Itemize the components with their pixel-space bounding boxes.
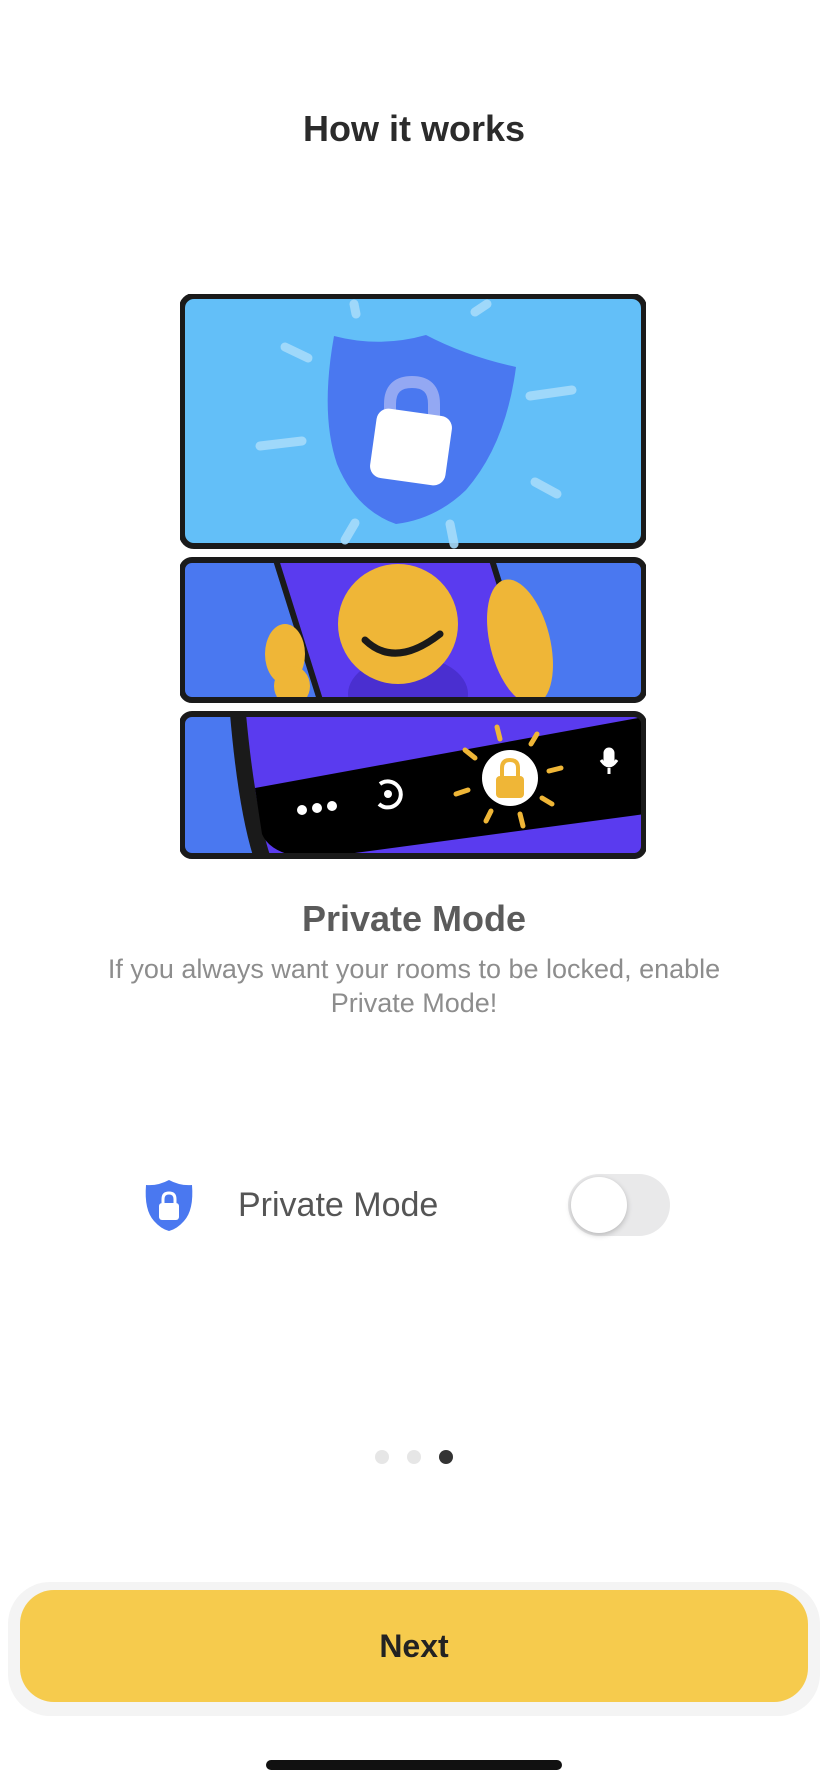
page-title: How it works <box>302 108 526 149</box>
feature-title: Private Mode <box>301 898 527 939</box>
page-dot-1[interactable] <box>375 1450 389 1464</box>
page-dot-3[interactable] <box>439 1450 453 1464</box>
private-mode-row: Private Mode <box>140 1170 670 1240</box>
private-mode-toggle[interactable] <box>568 1174 670 1236</box>
next-button[interactable]: Next <box>20 1590 808 1702</box>
lock-icon <box>370 408 452 486</box>
shield-lock-icon <box>145 1180 193 1231</box>
toggle-knob <box>571 1177 627 1233</box>
page-dot-2[interactable] <box>407 1450 421 1464</box>
page-indicator <box>0 1450 828 1464</box>
feature-description: If you always want your rooms to be lock… <box>107 954 721 1018</box>
private-mode-label: Private Mode <box>238 1185 439 1224</box>
private-mode-illustration <box>180 294 646 859</box>
shield-panel <box>180 294 646 549</box>
face-panel <box>180 557 646 703</box>
toolbar-panel <box>180 711 646 859</box>
home-indicator[interactable] <box>266 1760 562 1770</box>
